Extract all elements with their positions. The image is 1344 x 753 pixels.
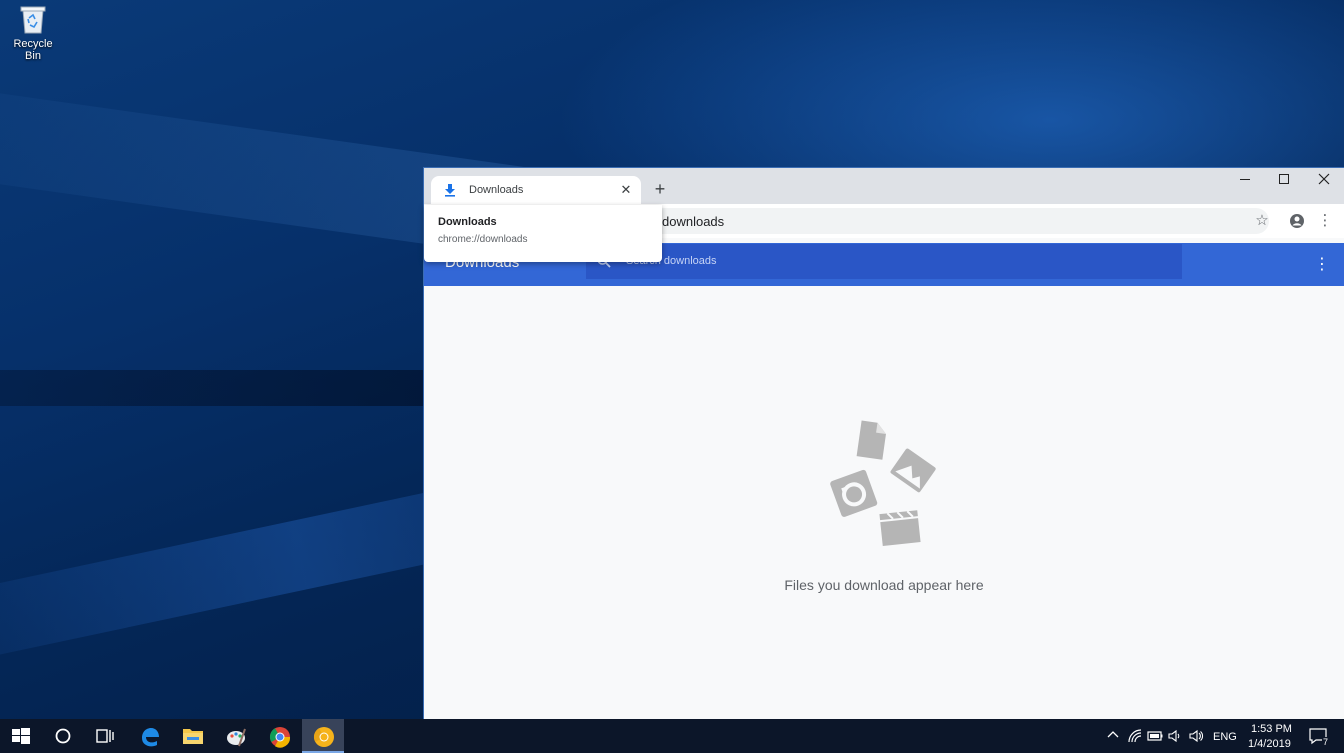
tab-hover-card: Downloads chrome://downloads <box>424 205 662 262</box>
title-bar: Downloads ✕ + <box>424 168 1344 204</box>
clock-date[interactable]: 1/4/2019 <box>1248 738 1291 750</box>
download-icon <box>443 183 457 197</box>
wallpaper-shadow <box>0 370 424 406</box>
cortana-icon <box>55 728 71 744</box>
maximize-icon[interactable] <box>1264 168 1304 194</box>
bookmark-star-icon[interactable]: ☆ <box>1252 211 1272 231</box>
new-tab-button[interactable]: + <box>650 179 670 199</box>
battery-icon[interactable] <box>1147 728 1163 744</box>
notification-count-badge: 7 <box>1322 737 1330 747</box>
chrome-canary-icon <box>313 727 334 747</box>
close-tab-icon[interactable]: ✕ <box>617 181 635 199</box>
task-view-icon <box>96 729 114 743</box>
recycle-bin-icon <box>20 4 46 34</box>
show-hidden-icons-icon[interactable] <box>1106 728 1122 744</box>
taskbar-paint[interactable] <box>214 719 256 753</box>
taskbar: ENG 1:53 PM 1/4/2019 7 <box>0 719 1344 753</box>
profile-icon[interactable] <box>1287 211 1307 231</box>
chrome-menu-icon[interactable]: ⋮ <box>1315 211 1335 231</box>
hover-card-url: chrome://downloads <box>438 234 528 245</box>
volume-icon[interactable] <box>1188 728 1204 744</box>
desktop-icon-recycle-bin[interactable]: Recycle Bin <box>4 4 62 62</box>
paint-icon <box>227 728 246 747</box>
downloads-more-icon[interactable]: ⋮ <box>1314 254 1330 274</box>
start-button[interactable] <box>0 719 42 753</box>
task-view-button[interactable] <box>84 719 126 753</box>
file-explorer-icon <box>183 729 203 744</box>
minimize-icon[interactable] <box>1225 168 1265 194</box>
start-icon <box>12 728 30 744</box>
address-text: downloads <box>662 214 725 229</box>
cortana-button[interactable] <box>42 719 84 753</box>
close-window-icon[interactable] <box>1304 168 1344 194</box>
taskbar-chrome-canary[interactable] <box>302 719 344 753</box>
network-icon[interactable] <box>1127 728 1143 744</box>
empty-state-message: Files you download appear here <box>784 577 984 593</box>
input-language[interactable]: ENG <box>1213 731 1237 743</box>
speaker-icon[interactable] <box>1167 728 1183 744</box>
taskbar-edge[interactable] <box>128 719 170 753</box>
taskbar-chrome[interactable] <box>258 719 300 753</box>
edge-icon <box>142 728 159 747</box>
hover-card-title: Downloads <box>438 216 497 228</box>
chrome-icon <box>269 727 291 748</box>
tab-title: Downloads <box>469 184 524 196</box>
tab-downloads[interactable]: Downloads ✕ <box>431 176 641 204</box>
search-downloads-input[interactable]: Search downloads <box>586 244 1182 279</box>
taskbar-file-explorer[interactable] <box>171 719 213 753</box>
empty-downloads-illustration <box>829 420 939 550</box>
clock-time[interactable]: 1:53 PM <box>1251 723 1292 735</box>
desktop-icon-label: Recycle Bin <box>13 38 53 62</box>
